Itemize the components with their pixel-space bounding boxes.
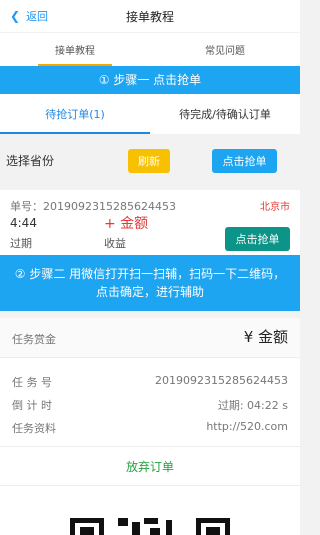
task-material-label: 任务资料: [12, 422, 56, 435]
grab-order-button-top[interactable]: 点击抢单: [212, 149, 277, 173]
tab-tutorial[interactable]: 接单教程: [0, 33, 150, 66]
divider: [0, 485, 300, 486]
grab-order-button[interactable]: 点击抢单: [225, 227, 290, 251]
order-number: 单号：2019092315285624453: [10, 200, 176, 213]
order-amount: + 金额: [104, 216, 149, 232]
order-city: 北京市: [260, 202, 290, 213]
province-select-label[interactable]: 选择省份: [6, 152, 54, 169]
order-income-label: 收益: [104, 237, 126, 250]
task-material-link[interactable]: http://520.com: [206, 420, 288, 433]
back-button[interactable]: ❮ 返回: [10, 8, 48, 24]
countdown-value: 过期: 04:22 s: [217, 399, 288, 412]
countdown-label: 倒 计 时: [12, 399, 52, 412]
abandon-order-button[interactable]: 放弃订单: [0, 447, 300, 485]
task-number-value: 2019092315285624453: [155, 374, 288, 387]
back-label: 返回: [26, 10, 49, 23]
chevron-left-icon: ❮: [10, 9, 21, 23]
tab-to-complete-orders[interactable]: 待完成/待确认订单: [150, 94, 300, 134]
page-title: 接单教程: [125, 9, 174, 24]
order-status: 过期: [10, 237, 32, 250]
app-header: ❮ 返回 接单教程: [0, 0, 300, 32]
order-time: 4:44: [10, 216, 37, 230]
tab-faq[interactable]: 常见问题: [150, 33, 300, 66]
tab-pending-orders[interactable]: 待抢订单(1): [0, 94, 150, 134]
reward-value: ¥ 金额: [243, 328, 288, 346]
reward-row: 任务赏金 ¥ 金额: [0, 318, 300, 358]
step1-banner: ① 步骤一 点击抢单: [0, 66, 300, 94]
refresh-button[interactable]: 刷新: [128, 149, 170, 173]
reward-label: 任务赏金: [12, 333, 56, 346]
order-tab-bar: 待抢订单(1) 待完成/待确认订单: [0, 94, 300, 134]
top-tab-bar: 接单教程 常见问题: [0, 32, 300, 66]
task-number-label: 任 务 号: [12, 376, 52, 389]
qr-code-image: [70, 500, 230, 535]
step2-banner: ② 步骤二 用微信打开扫一扫辅，扫码一下二维码，点击确定，进行辅助: [0, 255, 300, 311]
